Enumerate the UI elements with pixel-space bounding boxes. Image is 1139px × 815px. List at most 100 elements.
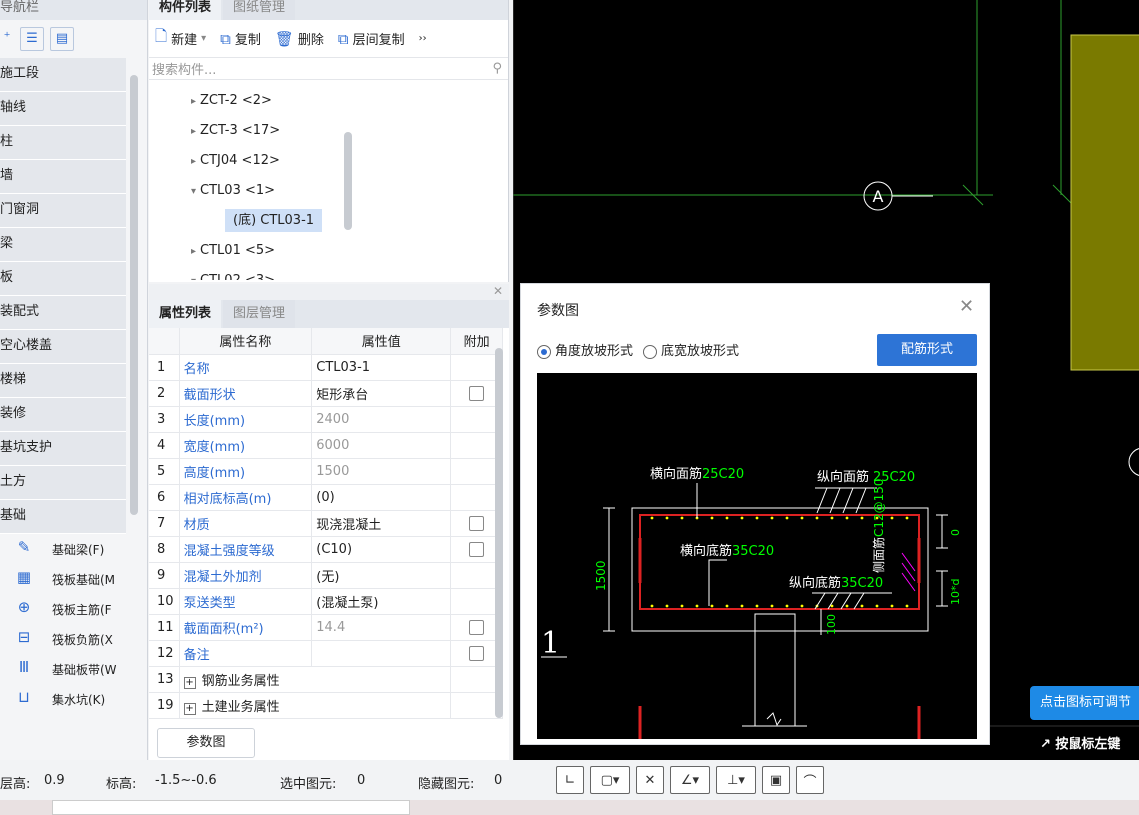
property-row[interactable]: 2 截面形状 矩形承台 bbox=[149, 380, 503, 407]
more-button[interactable]: ›› bbox=[419, 33, 427, 44]
nav-group-item[interactable]: 轴线 bbox=[0, 92, 126, 126]
property-value[interactable]: (0) bbox=[311, 484, 452, 511]
nav-group-item[interactable]: 施工段 bbox=[0, 58, 126, 92]
rebar-form-button[interactable]: 配筋形式 bbox=[877, 334, 977, 366]
nav-group-item[interactable]: 梁 bbox=[0, 228, 126, 262]
nav-sub-item[interactable]: ⊟ 筏板负筋(X bbox=[0, 624, 126, 654]
nav-group-item[interactable]: 空心楼盖 bbox=[0, 330, 126, 364]
new-button[interactable]: 🗋 新建 ▾ bbox=[155, 26, 206, 51]
property-row[interactable]: 3 长度(mm) 2400 bbox=[149, 406, 503, 433]
tab-property-list[interactable]: 属性列表 bbox=[149, 300, 222, 328]
checkbox[interactable] bbox=[469, 619, 485, 635]
property-value[interactable]: 矩形承台 bbox=[311, 380, 452, 407]
angle-icon[interactable]: ∠▾ bbox=[670, 766, 710, 794]
property-value[interactable]: 6000 bbox=[311, 432, 452, 459]
taskbar-search[interactable] bbox=[52, 800, 410, 815]
tree-node[interactable]: ▸ ZCT-3 <17> bbox=[149, 116, 508, 146]
tab-layer-manage[interactable]: 图层管理 bbox=[223, 300, 296, 328]
property-row[interactable]: 10 泵送类型 (混凝土泵) bbox=[149, 588, 503, 615]
floor-copy-button[interactable]: ⧉ 层间复制 bbox=[338, 29, 405, 49]
nav-sub-item[interactable]: ⊕ 筏板主筋(F bbox=[0, 594, 126, 624]
arc-icon[interactable]: ⌒ bbox=[796, 766, 824, 794]
collapsed-caret-icon[interactable]: ▸ bbox=[191, 126, 196, 137]
nav-group-item[interactable]: 板 bbox=[0, 262, 126, 296]
property-row[interactable]: 11 截面面积(m²) 14.4 bbox=[149, 614, 503, 641]
nav-group-item[interactable]: 土方 bbox=[0, 466, 126, 500]
list-view-icon[interactable]: ☰ bbox=[20, 27, 44, 51]
nav-group-item[interactable]: 楼梯 bbox=[0, 364, 126, 398]
collapsed-caret-icon[interactable]: ▸ bbox=[191, 96, 196, 107]
dropdown-icon: ▾ bbox=[201, 33, 207, 44]
collapsed-caret-icon[interactable]: ▸ bbox=[191, 246, 196, 257]
slope-mode-radios: 角度放坡形式 底宽放坡形式 bbox=[537, 340, 739, 359]
property-value[interactable]: (混凝土泵) bbox=[311, 588, 452, 615]
property-row[interactable]: 6 相对底标高(m) (0) bbox=[149, 484, 503, 511]
property-group-row[interactable]: 13 + 钢筋业务属性 bbox=[149, 666, 503, 693]
expand-plus-icon[interactable]: + bbox=[183, 702, 196, 715]
close-icon[interactable]: ✕ bbox=[493, 284, 503, 298]
property-value[interactable]: CTL03-1 bbox=[311, 354, 452, 381]
property-value[interactable]: 现浇混凝土 bbox=[311, 510, 452, 537]
nav-sub-item[interactable]: ▦ 筏板基础(M bbox=[0, 564, 126, 594]
copy-button[interactable]: ⧉ 复制 bbox=[220, 29, 261, 49]
property-value[interactable]: 1500 bbox=[311, 458, 452, 485]
nav-scrollbar[interactable] bbox=[130, 75, 138, 515]
tree-node[interactable]: ▸ ZCT-2 <2> bbox=[149, 86, 508, 116]
nav-group-item[interactable]: 墙 bbox=[0, 160, 126, 194]
property-value[interactable]: (无) bbox=[311, 562, 452, 589]
pin-icon[interactable]: ⁺ bbox=[0, 27, 14, 51]
nav-group-item[interactable]: 装配式 bbox=[0, 296, 126, 330]
property-value[interactable] bbox=[311, 640, 452, 667]
close-icon[interactable]: ✕ bbox=[959, 296, 974, 317]
orthogonal-icon[interactable]: ∟ bbox=[556, 766, 584, 794]
checkbox[interactable] bbox=[469, 541, 485, 557]
tree-scrollbar[interactable] bbox=[344, 132, 352, 230]
checkbox[interactable] bbox=[469, 515, 485, 531]
tree-node[interactable]: (底) CTL03-1 bbox=[149, 206, 508, 236]
nav-sub-item[interactable]: ⊔ 集水坑(K) bbox=[0, 684, 126, 714]
panel-splitter[interactable]: ✕ bbox=[149, 284, 509, 300]
expanded-caret-icon[interactable]: ▾ bbox=[191, 276, 196, 280]
collapsed-caret-icon[interactable]: ▸ bbox=[191, 156, 196, 167]
tree-node[interactable]: ▾ CTL03 <1> bbox=[149, 176, 508, 206]
property-value[interactable]: 2400 bbox=[311, 406, 452, 433]
property-value[interactable]: (C10) bbox=[311, 536, 452, 563]
tab-drawing-manage[interactable]: 图纸管理 bbox=[223, 0, 296, 20]
layer-icon[interactable]: ▣ bbox=[762, 766, 790, 794]
offset-icon[interactable]: ⊥▾ bbox=[716, 766, 756, 794]
property-row[interactable]: 1 名称 CTL03-1 bbox=[149, 354, 503, 381]
delete-button[interactable]: 🗑 删除 bbox=[275, 29, 324, 49]
param-diagram-button[interactable]: 参数图 bbox=[157, 728, 255, 758]
radio-bottom-width-slope[interactable]: 底宽放坡形式 bbox=[643, 340, 739, 359]
property-row[interactable]: 4 宽度(mm) 6000 bbox=[149, 432, 503, 459]
expanded-caret-icon[interactable]: ▾ bbox=[191, 186, 196, 197]
checkbox[interactable] bbox=[469, 385, 485, 401]
detail-view-icon[interactable]: ▤ bbox=[50, 27, 74, 51]
cross-icon[interactable]: ✕ bbox=[636, 766, 664, 794]
property-row[interactable]: 12 备注 bbox=[149, 640, 503, 667]
tree-node[interactable]: ▸ CTJ04 <12> bbox=[149, 146, 508, 176]
nav-group-item[interactable]: 基坑支护 bbox=[0, 432, 126, 466]
tree-node[interactable]: ▾ CTL02 <3> bbox=[149, 266, 508, 280]
tab-component-list[interactable]: 构件列表 bbox=[149, 0, 222, 20]
radio-angle-slope[interactable]: 角度放坡形式 bbox=[537, 340, 633, 359]
checkbox[interactable] bbox=[469, 645, 485, 661]
property-group-row[interactable]: 19 + 土建业务属性 bbox=[149, 692, 503, 719]
nav-group-item[interactable]: 基础 bbox=[0, 500, 126, 534]
property-row[interactable]: 9 混凝土外加剂 (无) bbox=[149, 562, 503, 589]
property-scrollbar[interactable] bbox=[495, 348, 503, 718]
search-input[interactable]: 搜索构件... ⚲ bbox=[149, 58, 508, 80]
tree-node[interactable]: ▸ CTL01 <5> bbox=[149, 236, 508, 266]
property-row[interactable]: 8 混凝土强度等级 (C10) bbox=[149, 536, 503, 563]
property-row[interactable]: 7 材质 现浇混凝土 bbox=[149, 510, 503, 537]
expand-plus-icon[interactable]: + bbox=[183, 676, 196, 689]
nav-group-item[interactable]: 柱 bbox=[0, 126, 126, 160]
nav-group-item[interactable]: 门窗洞 bbox=[0, 194, 126, 228]
nav-group-item[interactable]: 装修 bbox=[0, 398, 126, 432]
box-select-icon[interactable]: ▢▾ bbox=[590, 766, 630, 794]
property-row[interactable]: 5 高度(mm) 1500 bbox=[149, 458, 503, 485]
nav-sub-item[interactable]: Ⅲ 基础板带(W bbox=[0, 654, 126, 684]
param-drawing[interactable]: 1500 0 10*d 100 横向面筋25C20 纵向面筋 25C20 横向底筋… bbox=[537, 373, 977, 739]
property-value[interactable]: 14.4 bbox=[311, 614, 452, 641]
nav-sub-item[interactable]: ✎ 基础梁(F) bbox=[0, 534, 126, 564]
